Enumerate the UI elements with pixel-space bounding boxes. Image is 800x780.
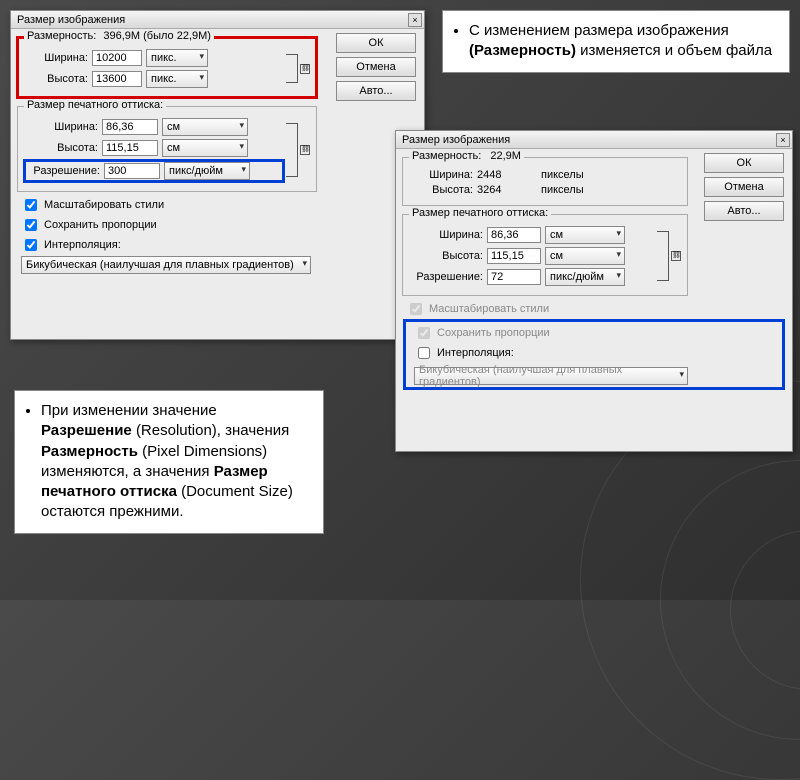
- note-text: С изменением размера изображения: [469, 22, 729, 39]
- image-size-dialog-1: Размер изображения × ОК Отмена Авто... Р…: [10, 10, 425, 340]
- print-height-input[interactable]: [102, 140, 158, 156]
- print-width-input[interactable]: [487, 227, 541, 243]
- chain-link-icon[interactable]: ⛓: [671, 251, 681, 261]
- width-input[interactable]: [92, 50, 142, 66]
- group-legend: Размерность: 396,9М (было 22,9М): [24, 30, 214, 42]
- unit-select[interactable]: пикс/дюйм: [545, 268, 625, 286]
- print-width-input[interactable]: [102, 119, 158, 135]
- note-bold: Размерность: [41, 443, 138, 460]
- close-icon[interactable]: ×: [408, 13, 422, 27]
- resolution-input[interactable]: [487, 269, 541, 285]
- resolution-label: Разрешение:: [409, 271, 483, 283]
- image-size-dialog-2: Размер изображения × ОК Отмена Авто... Р…: [395, 130, 793, 452]
- titlebar: Размер изображения ×: [11, 11, 424, 29]
- note-text: изменяется и объем файла: [580, 42, 772, 59]
- keep-proportions-checkbox[interactable]: Сохранить пропорции: [21, 216, 414, 234]
- pixel-dimensions-group: Размерность: 22,9М Ширина: 2448 пикселы …: [402, 157, 688, 206]
- ok-button[interactable]: ОК: [336, 33, 416, 53]
- width-value: 2448: [477, 169, 517, 181]
- unit-select[interactable]: см: [162, 139, 248, 157]
- unit-select[interactable]: пикс.: [146, 49, 208, 67]
- note-bottom-left: При изменении значение Разрешение (Resol…: [14, 390, 324, 534]
- note-bold: (Размерность): [469, 42, 576, 59]
- width-label: Ширина:: [24, 52, 88, 64]
- print-height-input[interactable]: [487, 248, 541, 264]
- link-bracket-icon: [286, 123, 298, 177]
- unit-select[interactable]: см: [162, 118, 248, 136]
- scale-styles-checkbox[interactable]: Масштабировать стили: [21, 196, 414, 214]
- chain-link-icon[interactable]: ⛓: [300, 145, 310, 155]
- close-icon[interactable]: ×: [776, 133, 790, 147]
- scale-styles-checkbox: Масштабировать стили: [406, 300, 782, 318]
- keep-proportions-checkbox: Сохранить пропорции: [414, 324, 774, 342]
- link-bracket-icon: [657, 231, 669, 281]
- resolution-input[interactable]: [104, 163, 160, 179]
- height-label: Высота:: [409, 184, 473, 196]
- dialog-title: Размер изображения: [17, 14, 125, 26]
- unit-label: пикселы: [541, 184, 584, 196]
- titlebar: Размер изображения ×: [396, 131, 792, 149]
- unit-select[interactable]: см: [545, 226, 625, 244]
- unit-select[interactable]: см: [545, 247, 625, 265]
- height-input[interactable]: [92, 71, 142, 87]
- print-size-group: Размер печатного оттиска: Ширина: см Выс…: [402, 214, 688, 296]
- width-label: Ширина:: [409, 169, 473, 181]
- width-label: Ширина:: [409, 229, 483, 241]
- ok-button[interactable]: ОК: [704, 153, 784, 173]
- height-label: Высота:: [24, 73, 88, 85]
- link-bracket-icon: [286, 54, 298, 83]
- print-size-group: Размер печатного оттиска: Ширина: см Выс…: [17, 106, 317, 192]
- note-bold: Разрешение: [41, 422, 132, 439]
- unit-select[interactable]: пикс.: [146, 70, 208, 88]
- group-legend: Размер печатного оттиска:: [409, 207, 551, 219]
- dialog-title: Размер изображения: [402, 134, 510, 146]
- auto-button[interactable]: Авто...: [704, 201, 784, 221]
- interpolation-checkbox[interactable]: Интерполяция:: [21, 236, 414, 254]
- chain-link-icon[interactable]: ⛓: [300, 64, 310, 74]
- button-column: ОК Отмена Авто...: [336, 33, 416, 101]
- note-text: При изменении значение: [41, 402, 217, 419]
- cancel-button[interactable]: Отмена: [336, 57, 416, 77]
- height-label: Высота:: [24, 142, 98, 154]
- interpolation-select: Бикубическая (наилучшая для плавных град…: [414, 367, 688, 385]
- interpolation-select[interactable]: Бикубическая (наилучшая для плавных град…: [21, 256, 311, 274]
- pixel-dimensions-group: Размерность: 396,9М (было 22,9М) Ширина:…: [17, 37, 317, 98]
- width-label: Ширина:: [24, 121, 98, 133]
- button-column: ОК Отмена Авто...: [704, 153, 784, 221]
- interpolation-checkbox[interactable]: Интерполяция:: [414, 344, 774, 362]
- group-legend: Размер печатного оттиска:: [24, 99, 166, 111]
- note-top-right: С изменением размера изображения (Размер…: [442, 10, 790, 73]
- height-label: Высота:: [409, 250, 483, 262]
- group-legend: Размерность: 22,9М: [409, 150, 524, 162]
- auto-button[interactable]: Авто...: [336, 81, 416, 101]
- note-text: (Resolution), значения: [136, 422, 289, 439]
- resolution-label: Разрешение:: [26, 165, 100, 177]
- unit-select[interactable]: пикс/дюйм: [164, 162, 250, 180]
- cancel-button[interactable]: Отмена: [704, 177, 784, 197]
- height-value: 3264: [477, 184, 517, 196]
- unit-label: пикселы: [541, 169, 584, 181]
